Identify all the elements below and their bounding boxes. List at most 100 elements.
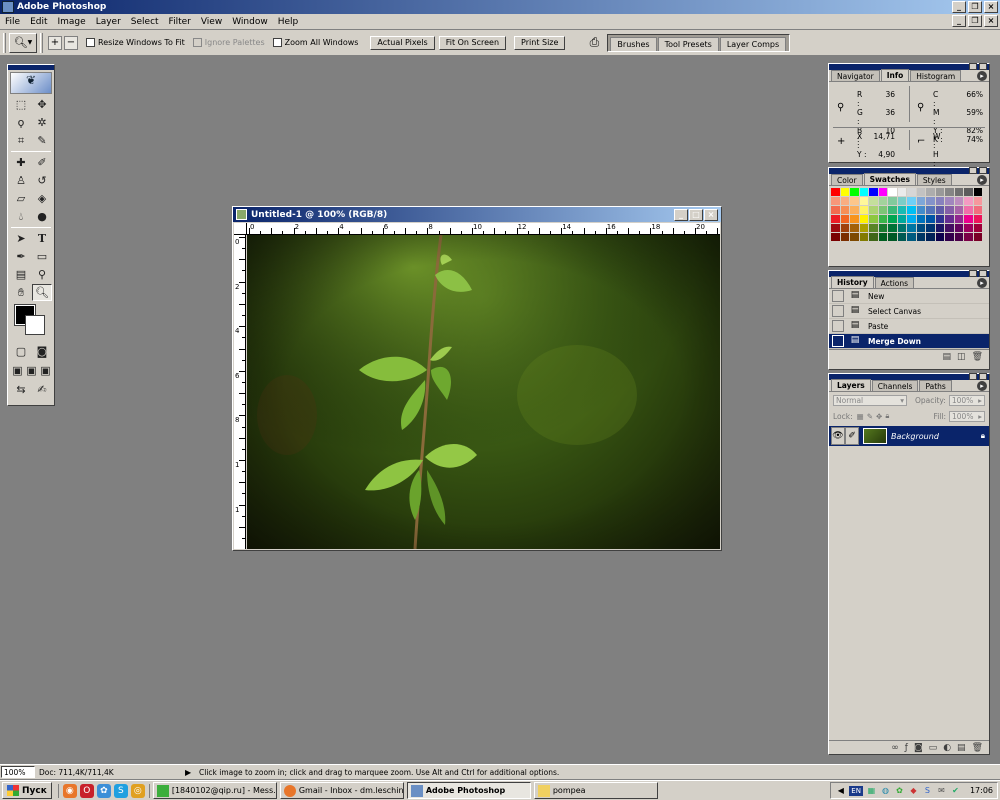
swatch[interactable]	[840, 188, 849, 196]
dodge-tool-icon[interactable]: ●	[32, 208, 52, 225]
swatch[interactable]	[973, 197, 982, 205]
swatch[interactable]	[840, 233, 849, 241]
swatch[interactable]	[869, 206, 878, 214]
swatch[interactable]	[869, 197, 878, 205]
swatch[interactable]	[964, 206, 973, 214]
swatch[interactable]	[850, 188, 859, 196]
eyedropper-tool-icon[interactable]: ⚲	[32, 266, 52, 283]
print-size-button[interactable]: Print Size	[514, 35, 566, 50]
language-indicator[interactable]: EN	[849, 785, 863, 796]
browser-icon[interactable]: ✿	[96, 783, 111, 798]
tab-channels[interactable]: Channels	[871, 380, 919, 391]
swatch[interactable]	[869, 215, 878, 223]
swatch[interactable]	[859, 206, 868, 214]
swatch[interactable]	[831, 188, 840, 196]
swatch[interactable]	[888, 224, 897, 232]
panel-close-button[interactable]	[979, 270, 987, 277]
jump-to-imageready-icon[interactable]: ⇆	[11, 381, 31, 398]
brush-icon[interactable]: ✐	[845, 427, 859, 445]
magic-wand-tool-icon[interactable]: ✲	[32, 114, 52, 131]
screen-mode-menu-icon[interactable]: ▣	[25, 362, 38, 379]
swatch[interactable]	[945, 224, 954, 232]
clone-stamp-tool-icon[interactable]: ♙	[11, 172, 31, 189]
swatch[interactable]	[878, 215, 887, 223]
swatch[interactable]	[897, 233, 906, 241]
fill-field[interactable]: 100% ▸	[949, 410, 985, 422]
tab-swatches[interactable]: Swatches	[863, 173, 916, 185]
swatch[interactable]	[935, 215, 944, 223]
task-gmail[interactable]: Gmail - Inbox - dm.leschin...	[279, 782, 404, 799]
well-tab-layer-comps[interactable]: Layer Comps	[719, 36, 787, 51]
swatch[interactable]	[907, 197, 916, 205]
slice-tool-icon[interactable]: ✎	[32, 132, 52, 149]
swatch[interactable]	[897, 224, 906, 232]
image-canvas[interactable]	[247, 235, 720, 549]
swatch[interactable]	[964, 224, 973, 232]
menu-view[interactable]: View	[196, 17, 227, 27]
swatch[interactable]	[850, 224, 859, 232]
doc-size[interactable]: Doc: 711,4K/711,4K	[39, 768, 185, 777]
start-button[interactable]: Пуск	[2, 782, 52, 799]
resize-windows-checkbox[interactable]: Resize Windows To Fit	[86, 38, 185, 47]
history-item-new[interactable]: ▤ New	[829, 289, 989, 304]
history-source-box[interactable]	[832, 290, 844, 302]
panel-menu-button[interactable]: ▸	[977, 381, 987, 391]
well-tab-tool-presets[interactable]: Tool Presets	[657, 36, 719, 51]
doc-close-button[interactable]: ×	[984, 15, 998, 27]
tool-preset-picker[interactable]: 🔍︎ ▼	[9, 32, 37, 53]
doc-window-maximize-button[interactable]: □	[689, 209, 703, 221]
opera-icon[interactable]: O	[79, 783, 94, 798]
app-icon[interactable]: ◎	[130, 783, 145, 798]
type-tool-icon[interactable]: T	[32, 230, 52, 247]
marquee-tool-icon[interactable]: ⬚	[11, 96, 31, 113]
swatch[interactable]	[954, 197, 963, 205]
panel-menu-button[interactable]: ▸	[977, 71, 987, 81]
swatch[interactable]	[907, 206, 916, 214]
layer-row-background[interactable]: 👁︎ ✐ Background 🔒︎	[829, 426, 989, 446]
swatch[interactable]	[850, 233, 859, 241]
swatch[interactable]	[916, 215, 925, 223]
swatch[interactable]	[850, 215, 859, 223]
panel-minimize-button[interactable]	[969, 63, 977, 70]
swatch[interactable]	[840, 206, 849, 214]
lock-image-icon[interactable]: ✎	[867, 412, 873, 421]
tab-paths[interactable]: Paths	[919, 380, 952, 391]
doc-restore-button[interactable]: ❐	[968, 15, 982, 27]
swatch[interactable]	[897, 188, 906, 196]
history-source-box[interactable]	[832, 305, 844, 317]
tab-navigator[interactable]: Navigator	[831, 70, 880, 81]
restore-button[interactable]: ❐	[968, 1, 982, 13]
swatch[interactable]	[897, 206, 906, 214]
swatch[interactable]	[935, 206, 944, 214]
swatch[interactable]	[878, 233, 887, 241]
swatch[interactable]	[869, 233, 878, 241]
swatch[interactable]	[888, 197, 897, 205]
panel-menu-button[interactable]: ▸	[977, 278, 987, 288]
messenger-icon[interactable]: ◍	[880, 785, 891, 796]
lock-transparency-icon[interactable]: ▦	[857, 412, 864, 421]
swatch[interactable]	[831, 206, 840, 214]
swatch[interactable]	[888, 215, 897, 223]
swatch[interactable]	[973, 233, 982, 241]
history-brush-tool-icon[interactable]: ↺	[32, 172, 52, 189]
swatch[interactable]	[916, 206, 925, 214]
swatch[interactable]	[907, 233, 916, 241]
tab-layers[interactable]: Layers	[831, 379, 871, 391]
edit-in-imageready-icon[interactable]: ✍	[32, 381, 52, 398]
volume-icon[interactable]: ◀	[835, 785, 846, 796]
panel-minimize-button[interactable]	[969, 270, 977, 277]
swatch[interactable]	[859, 224, 868, 232]
ruler-origin[interactable]	[234, 223, 247, 235]
menu-edit[interactable]: Edit	[25, 17, 52, 27]
swatch[interactable]	[935, 188, 944, 196]
new-layer-icon[interactable]: ▤	[957, 743, 966, 753]
panel-close-button[interactable]	[979, 63, 987, 70]
status-menu-arrow-icon[interactable]: ▶	[185, 768, 195, 777]
swatch[interactable]	[869, 188, 878, 196]
doc-minimize-button[interactable]: _	[952, 15, 966, 27]
tray-app-icon[interactable]: ✉	[936, 785, 947, 796]
eraser-tool-icon[interactable]: ▱	[11, 190, 31, 207]
swatch[interactable]	[840, 197, 849, 205]
shape-tool-icon[interactable]: ▭	[32, 248, 52, 265]
menu-help[interactable]: Help	[273, 17, 304, 27]
